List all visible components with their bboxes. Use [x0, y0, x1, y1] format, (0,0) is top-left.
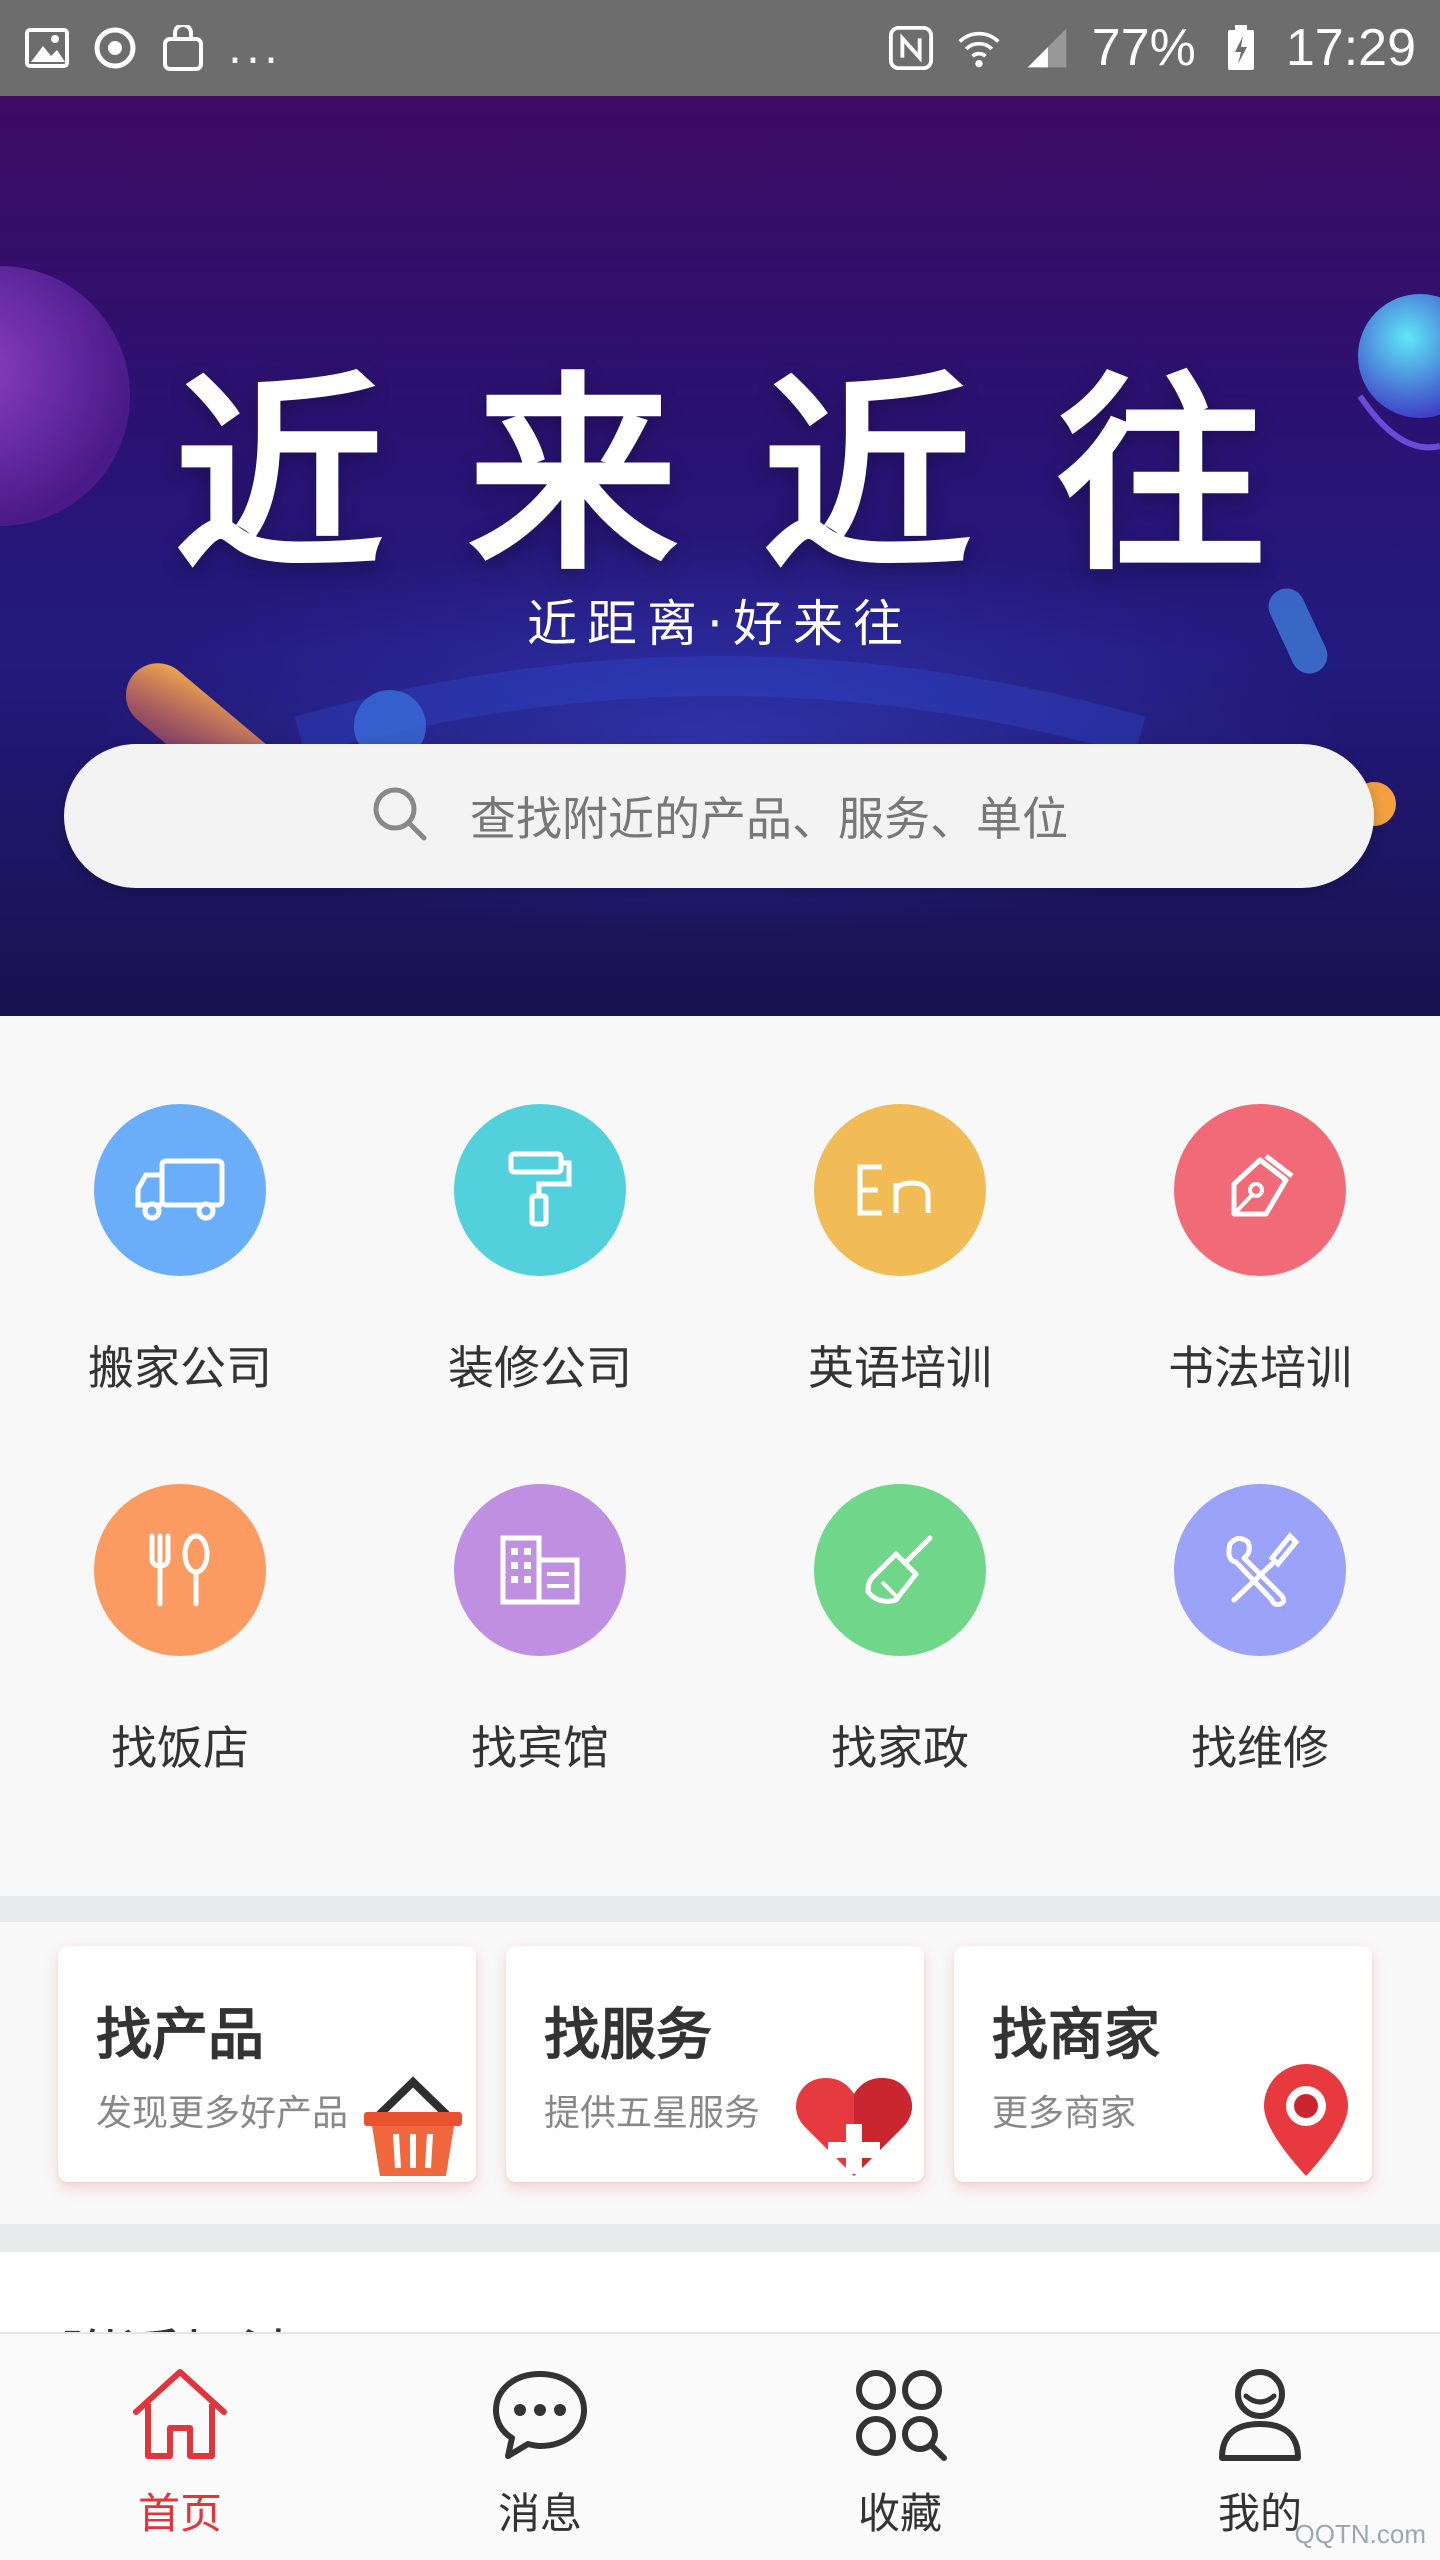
card-subtitle: 更多商家 [992, 2093, 1137, 2134]
heart-plus-icon [792, 2068, 916, 2182]
search-placeholder: 查找附近的产品、服务、单位 [470, 792, 1068, 846]
message-icon [490, 2366, 590, 2466]
find-cards: 找产品 发现更多好产品 找服务 提供五星服务 找商家 更多商家 [0, 1922, 1440, 2224]
category-label: 英语培训 [808, 1341, 992, 1395]
basket-icon [358, 2068, 468, 2182]
category-calligraphy-training[interactable]: 书法培训 [1080, 1104, 1440, 1434]
nav-home[interactable]: 首页 [0, 2334, 360, 2560]
search-bar[interactable]: 查找附近的产品、服务、单位 [64, 744, 1374, 888]
collect-icon [850, 2366, 950, 2466]
category-label: 找宾馆 [471, 1721, 609, 1775]
nav-favorites[interactable]: 收藏 [720, 2334, 1080, 2560]
category-grid: 搬家公司 装修公司 英语培训 书法培训 找饭店 找宾馆 找家政 找维修 [0, 1016, 1440, 1896]
nearby-section: 附近加油 [0, 2252, 1440, 2332]
nav-messages[interactable]: 消息 [360, 2334, 720, 2560]
battery-percent: 77% [1091, 19, 1196, 77]
nav-label: 我的 [1217, 2489, 1302, 2538]
banner-subtitle: 近距离·好来往 [527, 595, 913, 653]
card-subtitle: 提供五星服务 [544, 2093, 761, 2134]
location-pin-icon [1258, 2060, 1354, 2182]
find-merchant-card[interactable]: 找商家 更多商家 [954, 1946, 1372, 2182]
search-icon [370, 784, 430, 848]
fork-spoon-icon [94, 1484, 266, 1656]
more-notifications: ... [228, 22, 282, 74]
nav-label: 首页 [137, 2489, 222, 2538]
tools-icon [1174, 1484, 1346, 1656]
hero-banner: 近来近往 近距离·好来往 查找附近的产品、服务、单位 [0, 96, 1440, 1016]
category-english-training[interactable]: 英语培训 [720, 1104, 1080, 1434]
battery-icon [1218, 25, 1264, 71]
category-hotel[interactable]: 找宾馆 [360, 1484, 720, 1814]
category-label: 找家政 [831, 1721, 969, 1775]
category-label: 搬家公司 [88, 1341, 272, 1395]
clock: 17:29 [1285, 19, 1416, 77]
bottom-navigation: 首页 消息 收藏 我的 QQTN.com [0, 2332, 1440, 2560]
truck-icon [94, 1104, 266, 1276]
section-divider [0, 1896, 1440, 1924]
user-icon [1210, 2366, 1310, 2466]
broom-icon [814, 1484, 986, 1656]
hotel-icon [454, 1484, 626, 1656]
find-service-card[interactable]: 找服务 提供五星服务 [506, 1946, 924, 2182]
nav-label: 收藏 [857, 2489, 942, 2538]
paint-roller-icon [454, 1104, 626, 1276]
en-icon [814, 1104, 986, 1276]
section-divider [0, 2224, 1440, 2252]
nfc-icon [888, 25, 934, 71]
card-title: 找商家 [992, 2003, 1160, 2068]
banner-title: 近来近往 [173, 354, 1350, 599]
category-label: 装修公司 [448, 1341, 632, 1395]
home-icon [130, 2366, 230, 2466]
sync-icon [92, 25, 138, 71]
find-product-card[interactable]: 找产品 发现更多好产品 [58, 1946, 476, 2182]
category-housekeeping[interactable]: 找家政 [720, 1484, 1080, 1814]
category-label: 找饭店 [111, 1721, 249, 1775]
nav-label: 消息 [497, 2489, 582, 2538]
category-decoration-company[interactable]: 装修公司 [360, 1104, 720, 1434]
status-bar: ... 77% 17:29 [0, 0, 1440, 96]
wifi-icon [956, 25, 1002, 71]
card-subtitle: 发现更多好产品 [96, 2093, 349, 2134]
card-title: 找产品 [96, 2003, 264, 2068]
card-title: 找服务 [544, 2003, 712, 2068]
category-repair[interactable]: 找维修 [1080, 1484, 1440, 1814]
watermark: QQTN.com [1294, 2519, 1426, 2549]
category-restaurant[interactable]: 找饭店 [0, 1484, 360, 1814]
bag-icon [160, 25, 206, 71]
category-label: 找维修 [1191, 1721, 1329, 1775]
nearby-title: 附近加油 [60, 2310, 300, 2332]
category-label: 书法培训 [1168, 1341, 1352, 1395]
image-icon [24, 25, 70, 71]
category-moving-company[interactable]: 搬家公司 [0, 1104, 360, 1434]
signal-icon [1024, 25, 1070, 71]
pen-nib-icon [1174, 1104, 1346, 1276]
